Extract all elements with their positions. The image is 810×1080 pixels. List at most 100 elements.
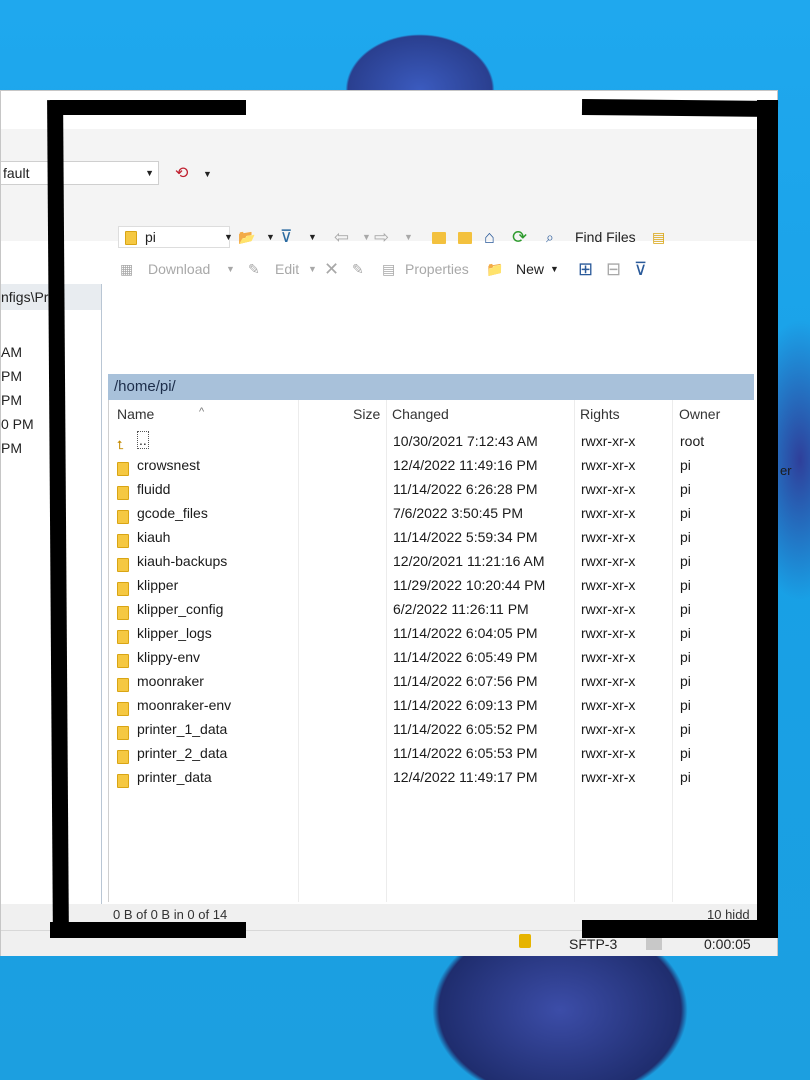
file-row[interactable]: gcode_files 7/6/2022 3:50:45 PM rwxr-xr-x p… (109, 501, 755, 525)
file-owner: pi (680, 721, 691, 737)
file-row[interactable]: kiauh 11/14/2022 5:59:34 PM rwxr-xr-x pi (109, 525, 755, 549)
file-row[interactable]: klippy-env 11/14/2022 6:05:49 PM rwxr-xr-x… (109, 645, 755, 669)
parent-directory-icon[interactable] (432, 223, 446, 251)
file-name: printer_data (137, 769, 212, 785)
file-rights: rwxr-xr-x (581, 649, 636, 665)
edit-button[interactable]: Edit (275, 255, 299, 283)
file-rights: rwxr-xr-x (581, 481, 636, 497)
file-rights: rwxr-xr-x (581, 697, 636, 713)
column-name[interactable]: Name (117, 406, 154, 422)
protocol-status: SFTP-3 (569, 936, 618, 952)
file-rights: rwxr-xr-x (581, 721, 636, 737)
session-profile-select[interactable]: fault ▼ (1, 161, 159, 185)
file-row[interactable]: crowsnest 12/4/2022 11:49:16 PM rwxr-xr-x p… (109, 453, 755, 477)
file-name: kiauh-backups (137, 553, 228, 569)
filter-icon[interactable]: ⊽ (280, 223, 292, 251)
file-row[interactable]: moonraker 11/14/2022 6:07:56 PM rwxr-xr-x p… (109, 669, 755, 693)
file-changed: 12/20/2021 11:21:16 AM (393, 553, 545, 569)
file-row[interactable]: moonraker-env 11/14/2022 6:09:13 PM rwxr-x… (109, 693, 755, 717)
directory-select[interactable]: pi (118, 226, 230, 248)
file-list: ^ Name Size Changed Rights Owner ⮤.. 10/3… (108, 400, 754, 902)
select-all-icon[interactable]: ⊞ (578, 255, 593, 283)
chevron-down-icon[interactable]: ▼ (308, 223, 317, 251)
file-owner: pi (680, 577, 691, 593)
file-row[interactable]: printer_2_data 11/14/2022 6:05:53 PM rwxr-… (109, 741, 755, 765)
chevron-down-icon[interactable]: ▼ (226, 255, 235, 283)
delete-icon[interactable]: ✕ (324, 255, 339, 283)
file-owner: pi (680, 625, 691, 641)
file-rights: rwxr-xr-x (581, 745, 636, 761)
marker-bracket-right-top (581, 98, 779, 118)
find-files-button[interactable]: Find Files (575, 223, 636, 251)
file-rights: rwxr-xr-x (581, 553, 636, 569)
file-owner: pi (680, 505, 691, 521)
new-button[interactable]: New (516, 255, 544, 283)
column-changed[interactable]: Changed (392, 406, 449, 422)
file-owner: pi (680, 529, 691, 545)
chevron-down-icon[interactable]: ▼ (266, 223, 275, 251)
marker-bracket-left-top (50, 100, 246, 115)
sync-icon[interactable]: ⟲ (175, 163, 188, 183)
file-name: moonraker (137, 673, 204, 689)
rename-icon[interactable]: ✎ (352, 255, 364, 283)
open-folder-icon[interactable]: 📂 (238, 223, 255, 251)
new-folder-icon: 📁 (486, 261, 504, 277)
chevron-down-icon[interactable]: ▼ (550, 255, 559, 283)
forward-icon[interactable]: ⇨ (374, 223, 389, 251)
file-row[interactable]: kiauh-backups 12/20/2021 11:21:16 AM rwxr-… (109, 549, 755, 573)
file-rights: rwxr-xr-x (581, 769, 636, 785)
file-changed: 11/14/2022 6:26:28 PM (393, 481, 538, 497)
chevron-down-icon[interactable]: ▼ (404, 223, 413, 251)
remote-toolbar-1: pi ▼ 📂 ▼ ⊽ ▼ ⇦ ▼ ⇨ ▼ ⌂ ⟳ ⌕ Find Files ▤ (108, 223, 754, 251)
file-row[interactable]: klipper 11/29/2022 10:20:44 PM rwxr-xr-x pi (109, 573, 755, 597)
file-name: .. (137, 431, 149, 449)
file-owner: pi (680, 649, 691, 665)
file-row[interactable]: printer_data 12/4/2022 11:49:17 PM rwxr-xr… (109, 765, 755, 789)
download-icon: ▦ (120, 261, 134, 277)
tree-icon[interactable]: ▤ (652, 223, 665, 251)
file-row[interactable]: klipper_logs 11/14/2022 6:04:05 PM rwxr-xr… (109, 621, 755, 645)
download-button[interactable]: Download (148, 255, 210, 283)
folder-icon (125, 231, 137, 246)
file-owner: pi (680, 601, 691, 617)
session-profile-value: fault (3, 165, 30, 181)
back-icon[interactable]: ⇦ (334, 223, 349, 251)
filter-select-icon[interactable]: ⊽ (634, 255, 647, 283)
file-changed: 10/30/2021 7:12:43 AM (393, 433, 538, 449)
file-changed: 11/14/2022 6:09:13 PM (393, 697, 538, 713)
file-row[interactable]: klipper_config 6/2/2022 11:26:11 PM rwxr-x… (109, 597, 755, 621)
chevron-down-icon[interactable]: ▼ (224, 223, 233, 251)
remote-path[interactable]: /home/pi/ (108, 374, 754, 400)
chevron-down-icon[interactable]: ▼ (362, 223, 371, 251)
file-name: printer_2_data (137, 745, 228, 761)
remote-toolbar-2: ▦ Download ▼ ✎ Edit ▼ ✕ ✎ ▤ Properties 📁… (108, 255, 754, 283)
file-name: fluidd (137, 481, 171, 497)
marker-bracket-right-bottom (582, 920, 778, 938)
chevron-down-icon[interactable]: ▼ (308, 255, 317, 283)
file-name: klipper_config (137, 601, 224, 617)
file-name: kiauh (137, 529, 171, 545)
file-row[interactable]: printer_1_data 11/14/2022 6:05:52 PM rwxr-… (109, 717, 755, 741)
column-owner[interactable]: Owner (679, 406, 720, 422)
chevron-down-icon[interactable]: ▼ (145, 162, 154, 184)
properties-icon: ▤ (382, 261, 396, 277)
unselect-icon[interactable]: ⊟ (606, 255, 621, 283)
home-icon[interactable]: ⌂ (484, 223, 495, 251)
file-row[interactable]: fluidd 11/14/2022 6:26:28 PM rwxr-xr-x pi (109, 477, 755, 501)
chevron-down-icon[interactable]: ▼ (203, 169, 212, 179)
file-name: printer_1_data (137, 721, 228, 737)
file-rights: rwxr-xr-x (581, 505, 636, 521)
file-row[interactable]: ⮤.. 10/30/2021 7:12:43 AM rwxr-xr-x root (109, 429, 755, 453)
properties-button[interactable]: Properties (405, 255, 469, 283)
root-directory-icon[interactable] (458, 223, 472, 251)
file-list-header: ^ Name Size Changed Rights Owner (109, 400, 755, 428)
file-rights: rwxr-xr-x (581, 673, 636, 689)
refresh-icon[interactable]: ⟳ (512, 223, 527, 251)
column-size[interactable]: Size (353, 406, 380, 422)
file-changed: 7/6/2022 3:50:45 PM (393, 505, 523, 521)
file-owner: pi (680, 745, 691, 761)
file-name: gcode_files (137, 505, 208, 521)
column-rights[interactable]: Rights (580, 406, 620, 422)
find-files-icon[interactable]: ⌕ (546, 223, 554, 251)
file-rights: rwxr-xr-x (581, 529, 636, 545)
